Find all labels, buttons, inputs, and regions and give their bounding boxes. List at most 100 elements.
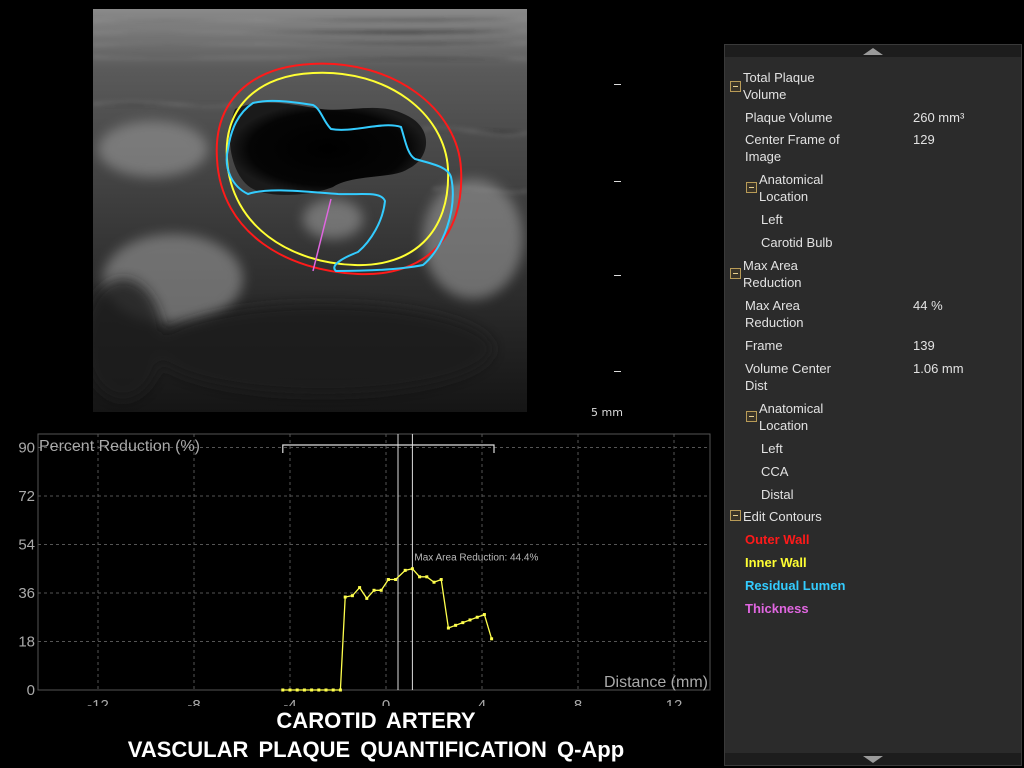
data-point <box>403 568 407 572</box>
x-tick-label: 4 <box>478 697 486 706</box>
scroll-up-button[interactable] <box>725 45 1021 57</box>
row-left: Left <box>761 211 869 228</box>
depth-tick <box>614 275 621 276</box>
series-line <box>282 568 493 691</box>
row-value: 1.06 mm <box>913 361 964 376</box>
depth-tick <box>614 181 621 182</box>
row-frame: Frame 139 <box>745 337 935 354</box>
data-point <box>475 615 479 619</box>
contour-outer-wall[interactable]: Outer Wall <box>745 531 853 548</box>
contour-label: Outer Wall <box>745 532 810 547</box>
chart-title: Percent Reduction (%) <box>39 438 200 455</box>
contour-thickness[interactable]: Thickness <box>745 600 853 617</box>
data-point <box>418 575 422 579</box>
contour-inner-wall[interactable]: Inner Wall <box>745 554 853 571</box>
row-value: 129 <box>913 132 935 147</box>
measurements-panel[interactable]: Total Plaque Volume Plaque Volume 260 mm³… <box>724 44 1022 766</box>
collapse-max-area-reduction-icon[interactable] <box>730 268 741 279</box>
data-point <box>338 688 342 692</box>
data-point <box>343 595 347 599</box>
row-value: 44 % <box>913 298 943 313</box>
depth-tick <box>614 371 621 372</box>
x-tick-label: -4 <box>283 697 296 706</box>
section-anatomical-location[interactable]: Anatomical Location <box>759 171 867 205</box>
y-tick-label: 0 <box>27 682 35 699</box>
data-point <box>394 578 398 582</box>
row-value: 260 mm³ <box>913 110 965 125</box>
row-label: Left <box>761 212 783 227</box>
collapse-anatomical-location-2-icon[interactable] <box>746 411 757 422</box>
collapse-total-plaque-volume-icon[interactable] <box>730 81 741 92</box>
data-point <box>365 596 369 600</box>
max-area-reduction-annotation: Max Area Reduction: 44.4% <box>414 553 538 564</box>
footer-line-1: CAROTID ARTERY <box>276 708 476 733</box>
contour-label: Thickness <box>745 601 809 616</box>
row-value: 139 <box>913 338 935 353</box>
data-point <box>288 688 292 692</box>
data-point <box>317 688 321 692</box>
x-tick-label: -12 <box>87 697 109 706</box>
row-label: Max Area Reduction <box>745 298 804 330</box>
row-cca: CCA <box>761 463 869 480</box>
collapse-edit-contours-icon[interactable] <box>730 510 741 521</box>
data-point <box>482 613 486 617</box>
data-point <box>302 688 306 692</box>
data-point <box>324 688 328 692</box>
row-label: Volume Center Dist <box>745 361 831 393</box>
data-point <box>358 586 362 590</box>
section-label: Max Area Reduction <box>743 258 802 290</box>
section-max-area-reduction[interactable]: Max Area Reduction <box>743 257 851 291</box>
data-point <box>410 567 414 571</box>
x-tick-label: 12 <box>666 697 683 706</box>
chart-series <box>281 567 494 692</box>
data-point <box>446 626 450 630</box>
x-tick-label: 8 <box>574 697 582 706</box>
contour-label: Residual Lumen <box>745 578 846 593</box>
y-tick-label: 36 <box>18 585 35 602</box>
section-label: Anatomical Location <box>759 172 824 204</box>
section-total-plaque-volume[interactable]: Total Plaque Volume <box>743 69 851 103</box>
chart-frame <box>37 433 711 691</box>
data-point <box>490 637 494 641</box>
y-tick-label: 18 <box>18 633 35 650</box>
contour-label: Inner Wall <box>745 555 807 570</box>
row-carotid-bulb: Carotid Bulb <box>761 234 869 251</box>
chart-axes: -12 -8 -4 0 4 8 12 0 18 36 54 72 90 <box>18 434 682 706</box>
section-label: Edit Contours <box>743 509 822 524</box>
chart-grid <box>37 433 711 691</box>
section-edit-contours[interactable]: Edit Contours <box>743 508 851 525</box>
scale-label: 5 mm <box>591 406 623 419</box>
x-tick-label: 0 <box>382 697 390 706</box>
chart-xlabel: Distance (mm) <box>604 674 708 691</box>
data-point <box>295 688 299 692</box>
row-volume-center-dist: Volume Center Dist 1.06 mm <box>745 360 964 394</box>
data-point <box>425 575 429 579</box>
row-label: Distal <box>761 487 794 502</box>
data-point <box>454 623 458 627</box>
row-label: Carotid Bulb <box>761 235 833 250</box>
ultrasound-image[interactable] <box>93 9 527 412</box>
data-point <box>439 578 443 582</box>
row-label: CCA <box>761 464 789 479</box>
section-label: Anatomical Location <box>759 401 824 433</box>
row-distal: Distal <box>761 486 869 503</box>
footer-line-2: VASCULAR PLAQUE QUANTIFICATION Q-App <box>127 737 625 762</box>
row-label: Frame <box>745 338 783 353</box>
scroll-down-button[interactable] <box>725 753 1021 765</box>
data-point <box>386 578 390 582</box>
depth-tick <box>614 84 621 85</box>
row-center-frame: Center Frame of Image 129 <box>745 131 935 165</box>
contour-residual-lumen[interactable]: Residual Lumen <box>745 577 853 594</box>
x-tick-label: -8 <box>187 697 200 706</box>
percent-reduction-chart[interactable]: -12 -8 -4 0 4 8 12 0 18 36 54 72 90 Percent Reductio… <box>0 430 724 706</box>
row-max-area-reduction: Max Area Reduction 44 % <box>745 297 943 331</box>
data-point <box>432 580 436 584</box>
collapse-anatomical-location-icon[interactable] <box>746 182 757 193</box>
row-plaque-volume: Plaque Volume 260 mm³ <box>745 109 964 126</box>
data-point <box>461 621 465 625</box>
y-tick-label: 72 <box>18 488 35 505</box>
row-label: Center Frame of Image <box>745 132 840 164</box>
y-tick-label: 90 <box>18 439 35 456</box>
row-left-2: Left <box>761 440 869 457</box>
section-anatomical-location-2[interactable]: Anatomical Location <box>759 400 867 434</box>
